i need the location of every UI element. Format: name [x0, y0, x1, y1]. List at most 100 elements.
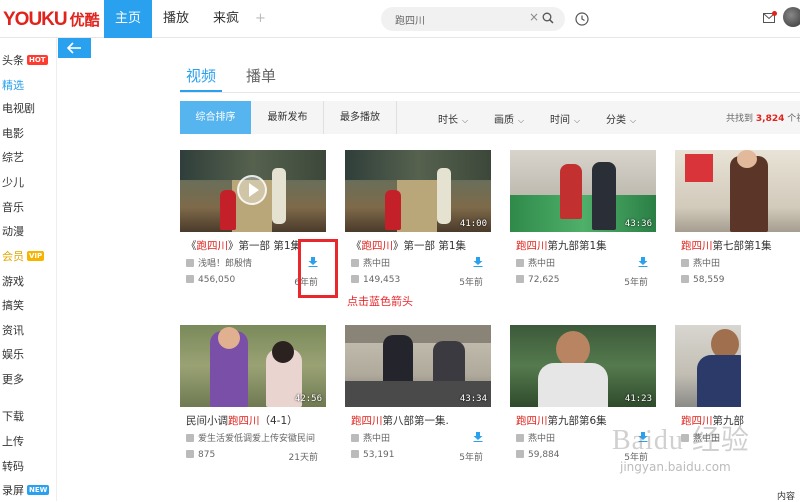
sidebar-item-movie[interactable]: 电影 [2, 125, 24, 141]
filter-duration[interactable]: 时长 ⌵ [438, 111, 468, 126]
hot-badge: HOT [27, 55, 48, 65]
history-clock-icon[interactable] [575, 12, 589, 26]
download-icon[interactable] [473, 257, 483, 267]
search-input[interactable]: 跑四川 [395, 12, 425, 27]
sidebar-item-transcode[interactable]: 转码 [2, 458, 24, 474]
user-icon [351, 259, 359, 267]
result-prefix: 共找到 [726, 114, 754, 124]
youku-logo[interactable]: YOUKU 优酷 [3, 9, 100, 30]
video-title[interactable]: 跑四川第八部第一集. [351, 413, 491, 428]
sidebar-item-anime[interactable]: 动漫 [2, 223, 24, 239]
filter-category[interactable]: 分类 ⌵ [606, 111, 636, 126]
result-number: 3,824 [755, 114, 785, 124]
sort-latest[interactable]: 最新发布 [252, 101, 323, 134]
sidebar-item-jingxuan[interactable]: 精选 [2, 77, 24, 93]
video-card[interactable]: 43:36 跑四川第九部第1集 燕中田 72,625 5年前 [510, 150, 656, 295]
tab-play[interactable]: 播放 [152, 0, 200, 38]
title-prefix: 《 [351, 240, 362, 252]
uploader-name: 燕中田 [693, 259, 721, 269]
sidebar-item-funny[interactable]: 搞笑 [2, 297, 24, 313]
sidebar-item-tv[interactable]: 电视剧 [2, 100, 35, 116]
view-count: 53,191 [351, 450, 395, 460]
video-duration: 43:36 [624, 219, 652, 229]
uploader[interactable]: 爱生活爱低调爱上传安徽民间 [186, 431, 320, 444]
views: 875 [198, 450, 216, 460]
video-title[interactable]: 《跑四川》第一部 第1集 [351, 238, 491, 253]
user-icon [186, 259, 194, 267]
watermark-url: jingyan.baidu.com [620, 460, 731, 474]
video-card[interactable]: 跑四川第七部第1集 燕中田 58,559 [675, 150, 800, 295]
corner-label: 内容 [777, 492, 796, 502]
tab-home[interactable]: 主页 [104, 0, 152, 38]
video-thumbnail[interactable]: 43:36 [510, 150, 656, 232]
video-thumbnail[interactable]: 43:34 [345, 325, 491, 407]
video-duration: 41:23 [624, 394, 652, 404]
video-title[interactable]: 跑四川第九部第1集 [516, 238, 656, 253]
video-title[interactable]: 跑四川第七部第1集 [681, 238, 800, 253]
play-count-icon [681, 275, 689, 283]
sidebar-item-news[interactable]: 资讯 [2, 322, 24, 338]
sidebar-item-variety[interactable]: 综艺 [2, 149, 24, 165]
sidebar-item-download[interactable]: 下载 [2, 408, 24, 424]
play-count-icon [351, 275, 359, 283]
add-tab-button[interactable]: + [255, 11, 266, 26]
video-thumbnail[interactable]: 42:56 [180, 325, 326, 407]
tab-videos[interactable]: 视频 [186, 65, 216, 86]
sort-most-played[interactable]: 最多播放 [324, 101, 396, 134]
sidebar-item-kids[interactable]: 少儿 [2, 174, 24, 190]
result-count: 共找到 3,824 个视 [726, 111, 800, 124]
back-button[interactable] [58, 38, 91, 58]
video-title[interactable]: 民间小调跑四川（4-1） [186, 413, 326, 428]
filter-time[interactable]: 时间 ⌵ [550, 111, 580, 126]
sort-comprehensive[interactable]: 综合排序 [180, 101, 251, 134]
uploader[interactable]: 燕中田 [516, 431, 555, 444]
uploader[interactable]: 燕中田 [516, 256, 555, 269]
download-icon[interactable] [473, 432, 483, 442]
video-thumbnail[interactable] [180, 150, 326, 232]
tab-laifeng[interactable]: 来疯 [202, 0, 250, 38]
sidebar-item-music[interactable]: 音乐 [2, 199, 24, 215]
view-count: 59,884 [516, 450, 560, 460]
filter-quality[interactable]: 画质 ⌵ [494, 111, 524, 126]
video-card[interactable]: 42:56 民间小调跑四川（4-1） 爱生活爱低调爱上传安徽民间 875 21天… [180, 325, 326, 470]
video-thumbnail[interactable] [675, 150, 800, 232]
download-icon[interactable] [638, 257, 648, 267]
clear-search-icon[interactable]: × [529, 10, 539, 24]
views: 59,884 [528, 450, 560, 460]
user-avatar[interactable] [783, 7, 800, 27]
uploader-name: 燕中田 [528, 259, 556, 269]
sidebar-item-upload[interactable]: 上传 [2, 433, 24, 449]
title-suffix: 第九部第6集 [547, 415, 607, 427]
chevron-down-icon: ⌵ [574, 116, 581, 125]
uploader[interactable]: 燕中田 [351, 256, 390, 269]
video-thumbnail[interactable]: 41:23 [510, 325, 656, 407]
title-highlight: 跑四川 [516, 240, 548, 252]
sidebar-item-record[interactable]: 录屏 NEW [2, 482, 50, 498]
uploader-name: 燕中田 [528, 434, 556, 444]
video-card[interactable]: 43:34 跑四川第八部第一集. 燕中田 53,191 5年前 [345, 325, 491, 470]
uploader[interactable]: 燕中田 [681, 256, 720, 269]
logo-cn: 优酷 [69, 11, 100, 29]
sidebar-item-more[interactable]: 更多 [2, 371, 24, 387]
sidebar-item-game[interactable]: 游戏 [2, 273, 24, 289]
arrow-left-icon [66, 42, 81, 54]
sidebar-item-entertainment[interactable]: 娱乐 [2, 346, 24, 362]
filter-label: 画质 [494, 115, 514, 126]
video-card[interactable]: 41:00 《跑四川》第一部 第1集 燕中田 149,453 5年前 [345, 150, 491, 295]
uploader-name: 爱生活爱低调爱上传安徽民间 [198, 434, 316, 444]
uploader[interactable]: 浅唱！郎殷情 [186, 256, 252, 269]
search-box[interactable]: 跑四川 × [381, 7, 565, 31]
uploader[interactable]: 燕中田 [351, 431, 390, 444]
title-highlight: 跑四川 [681, 240, 713, 252]
user-icon [186, 434, 194, 442]
sidebar-item-toutiao[interactable]: 头条 HOT [2, 52, 48, 68]
sidebar-item-member[interactable]: 会员 VIP [2, 248, 45, 264]
filter-bar: 综合排序 最新发布 最多播放 时长 ⌵ 画质 ⌵ 时间 ⌵ 分类 ⌵ 共找到 3,824… [180, 101, 800, 134]
video-duration: 41:00 [459, 219, 487, 229]
tab-playlists[interactable]: 播单 [246, 65, 276, 86]
title-highlight: 跑四川 [361, 240, 394, 252]
video-thumbnail[interactable] [675, 325, 800, 407]
video-thumbnail[interactable]: 41:00 [345, 150, 491, 232]
play-count-icon [351, 450, 359, 458]
search-icon[interactable] [542, 12, 554, 24]
